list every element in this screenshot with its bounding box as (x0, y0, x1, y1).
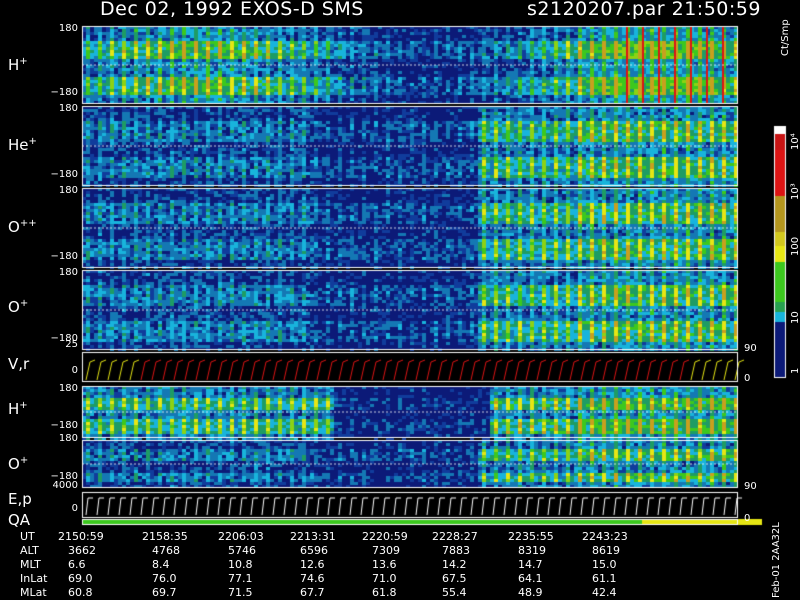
colorbar-tick-label: 10 (790, 311, 800, 324)
colorbar-tick-label: 1 (790, 367, 800, 374)
spectrogram-canvas (0, 0, 800, 600)
row-name: MLT (20, 558, 41, 571)
axis-tick-label: −180 (50, 169, 78, 180)
row-value: 2243:23 (582, 530, 628, 543)
row-value: 8319 (518, 544, 546, 557)
axis-tick-label: −180 (50, 87, 78, 98)
axis-tick-label: 180 (58, 267, 78, 278)
axis-tick-label: 4000 (52, 480, 78, 491)
row-value: 2158:35 (142, 530, 188, 543)
axis-tick-label: 25 (65, 339, 78, 350)
row-value: 42.4 (592, 586, 617, 599)
axis-tick-label: 0 (71, 365, 78, 376)
right-axis-label: 90 (744, 481, 757, 492)
row-value: 6.6 (68, 558, 86, 571)
row-value: 61.1 (592, 572, 617, 585)
row-value: 14.2 (442, 558, 467, 571)
spectrogram-page: Dec 02, 1992 EXOS-D SMS s2120207.par 21:… (0, 0, 800, 600)
orbit-table-row: ALT 3662 4768 5746 6596 7309 7883 8319 8619 (0, 544, 760, 558)
right-axis-label: 0 (744, 373, 751, 384)
row-value: 2213:31 (290, 530, 336, 543)
row-value: 2235:55 (508, 530, 554, 543)
row-value: 2220:59 (362, 530, 408, 543)
row-value: 61.8 (372, 586, 397, 599)
row-value: 2150:59 (58, 530, 104, 543)
orbit-table-row: InLat 69.0 76.0 77.1 74.6 71.0 67.5 64.1 61.1 (0, 572, 760, 586)
panel-label: H+ (8, 56, 28, 74)
row-name: InLat (20, 572, 48, 585)
orbit-table-row: MLT 6.6 8.4 10.8 12.6 13.6 14.2 14.7 15.0 (0, 558, 760, 572)
row-value: 4768 (152, 544, 180, 557)
row-value: 77.1 (228, 572, 253, 585)
row-value: 2206:03 (218, 530, 264, 543)
row-value: 69.7 (152, 586, 177, 599)
row-value: 67.5 (442, 572, 467, 585)
axis-tick-label: 180 (58, 185, 78, 196)
panel-label: E,p (8, 490, 32, 508)
panel-label: O+ (8, 455, 29, 473)
row-value: 15.0 (592, 558, 617, 571)
row-value: 64.1 (518, 572, 543, 585)
row-value: 55.4 (442, 586, 467, 599)
colorbar-unit: Ct/Smp (780, 19, 791, 56)
axis-tick-label: −180 (50, 251, 78, 262)
plot-title: Dec 02, 1992 EXOS-D SMS (100, 0, 364, 20)
axis-tick-label: 0 (71, 503, 78, 514)
row-value: 60.8 (68, 586, 93, 599)
axis-tick-label: 180 (58, 383, 78, 394)
row-value: 74.6 (300, 572, 325, 585)
axis-tick-label: 180 (58, 433, 78, 444)
row-value: 12.6 (300, 558, 325, 571)
footer-code: Feb-01 2AA32L (771, 522, 782, 598)
row-value: 2228:27 (432, 530, 478, 543)
row-value: 71.0 (372, 572, 397, 585)
row-value: 7309 (372, 544, 400, 557)
panel-label: QA (8, 511, 31, 529)
row-value: 76.0 (152, 572, 177, 585)
axis-tick-label: 180 (58, 103, 78, 114)
panel-label: O+ (8, 298, 29, 316)
row-value: 13.6 (372, 558, 397, 571)
right-axis-label: 0 (744, 513, 751, 524)
row-value: 3662 (68, 544, 96, 557)
row-name: UT (20, 530, 35, 543)
panel-label: V,r (8, 355, 30, 373)
colorbar-tick-label: 10⁴ (790, 133, 800, 150)
row-value: 8.4 (152, 558, 170, 571)
right-axis-label: 90 (744, 343, 757, 354)
panel-label: O++ (8, 218, 37, 236)
panel-label: H+ (8, 400, 28, 418)
row-name: ALT (20, 544, 39, 557)
axis-tick-label: 180 (58, 23, 78, 34)
panel-label: He+ (8, 136, 37, 154)
colorbar-tick-label: 100 (790, 236, 800, 256)
row-value: 14.7 (518, 558, 543, 571)
row-value: 69.0 (68, 572, 93, 585)
colorbar-tick-label: 10³ (790, 183, 800, 200)
row-value: 10.8 (228, 558, 253, 571)
orbit-table-row: UT 2150:59 2158:35 2206:03 2213:31 2220:59 222… (0, 530, 760, 544)
row-value: 6596 (300, 544, 328, 557)
axis-tick-label: −180 (50, 420, 78, 431)
row-value: 8619 (592, 544, 620, 557)
file-label: s2120207.par 21:50:59 (527, 0, 761, 20)
row-value: 48.9 (518, 586, 543, 599)
orbit-table-row: MLat 60.8 69.7 71.5 67.7 61.8 55.4 48.9 42.4 (0, 586, 760, 600)
row-value: 71.5 (228, 586, 253, 599)
row-value: 5746 (228, 544, 256, 557)
row-value: 67.7 (300, 586, 325, 599)
row-value: 7883 (442, 544, 470, 557)
row-name: MLat (20, 586, 47, 599)
